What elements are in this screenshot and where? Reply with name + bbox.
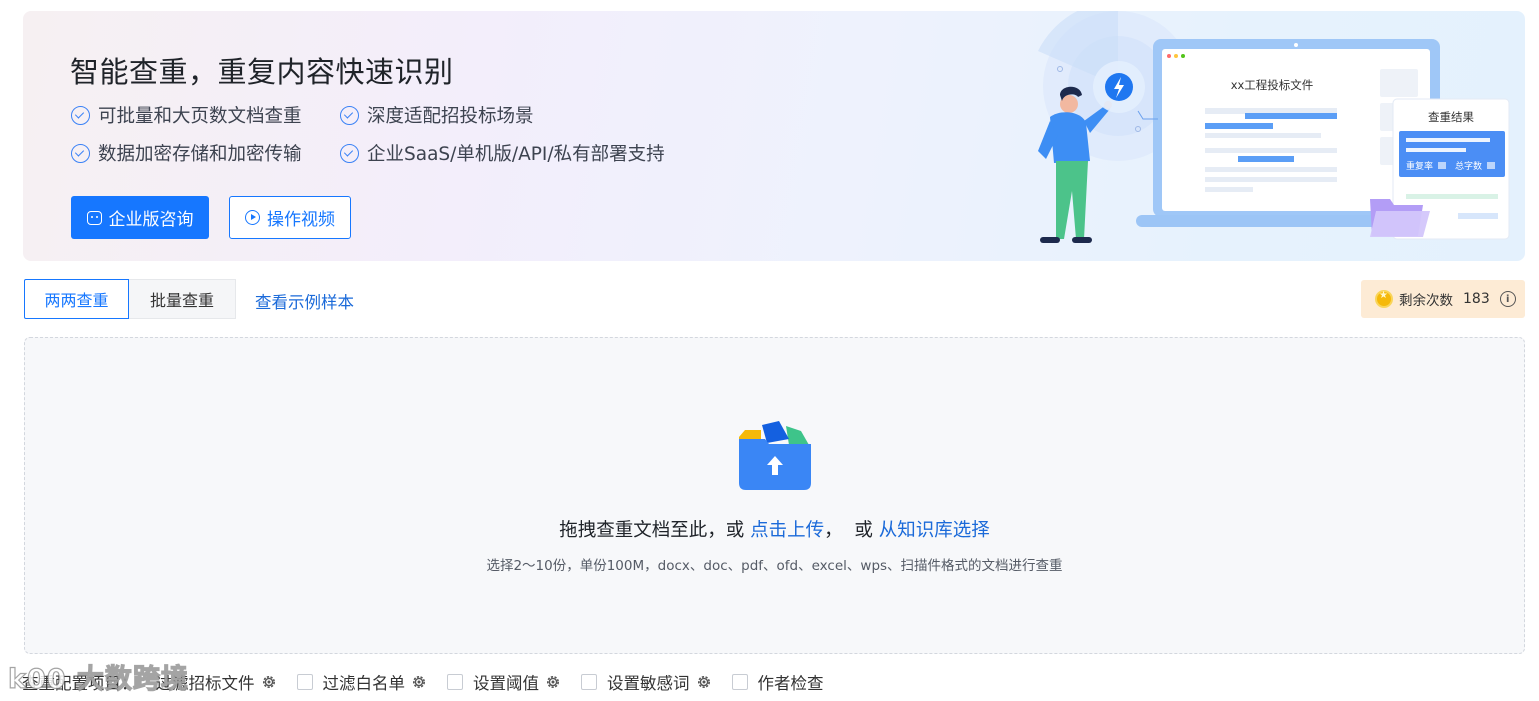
config-option-filter-tender: 过滤招标文件 <box>156 670 277 694</box>
hero-illustration: xx工程投标文件 查重结果 重复率 总字数 <box>1038 11 1510 243</box>
config-option-author-check: 作者检查 <box>731 670 824 694</box>
config-option-threshold: 设置阈值 <box>447 670 561 694</box>
upload-instruction: 拖拽查重文档至此，或 点击上传， 或 从知识库选择 <box>25 516 1524 542</box>
view-sample-link[interactable]: 查看示例样本 <box>255 289 354 313</box>
illustration-result-title: 查重结果 <box>1428 110 1474 124</box>
author-check-checkbox[interactable] <box>731 674 748 690</box>
enterprise-consult-label: 企业版咨询 <box>108 210 194 230</box>
feature-item: 企业SaaS/单机版/API/私有部署支持 <box>340 140 665 166</box>
tab-pairwise-check[interactable]: 两两查重 <box>24 279 129 319</box>
threshold-checkbox[interactable] <box>447 674 463 690</box>
feature-label: 可批量和大页数文档查重 <box>98 106 302 127</box>
option-label: 设置敏感词 <box>607 674 690 693</box>
info-icon[interactable]: i <box>1499 291 1516 307</box>
illustration-doc-title: xx工程投标文件 <box>1231 78 1314 92</box>
remaining-label: 剩余次数 <box>1399 293 1453 309</box>
hero-banner: 智能查重，重复内容快速识别 可批量和大页数文档查重 深度适配招投标场景 数据加密… <box>23 11 1525 261</box>
feature-label: 深度适配招投标场景 <box>367 106 534 127</box>
check-circle-icon <box>340 143 359 163</box>
upload-prefix-text: 拖拽查重文档至此，或 <box>559 520 751 541</box>
click-upload-link[interactable]: 点击上传 <box>750 520 824 541</box>
feature-item: 数据加密存储和加密传输 <box>71 140 302 166</box>
remaining-count: 183 <box>1463 291 1490 307</box>
upload-middle-text: ， 或 <box>824 520 879 541</box>
check-mode-tabs: 两两查重 批量查重 <box>24 279 236 319</box>
upload-drop-zone[interactable]: 拖拽查重文档至此，或 点击上传， 或 从知识库选择 选择2～10份，单份100M… <box>24 337 1525 654</box>
upload-hint: 选择2～10份，单份100M，docx、doc、pdf、ofd、excel、wp… <box>486 558 1063 574</box>
feature-label: 企业SaaS/单机版/API/私有部署支持 <box>367 144 665 165</box>
config-option-filter-whitelist: 过滤白名单 <box>296 670 428 694</box>
operation-video-label: 操作视频 <box>267 210 335 230</box>
select-from-knowledge-base-link[interactable]: 从知识库选择 <box>879 520 990 541</box>
config-label: 查重配置项目： <box>22 674 138 693</box>
coin-icon <box>1375 290 1393 308</box>
remaining-count-badge: 剩余次数 183 i <box>1361 280 1525 318</box>
feature-label: 数据加密存储和加密传输 <box>98 144 302 165</box>
check-circle-icon <box>71 105 90 125</box>
gear-icon[interactable] <box>261 674 277 690</box>
option-label: 过滤白名单 <box>322 674 406 693</box>
option-label: 作者检查 <box>757 674 824 693</box>
gear-icon[interactable] <box>696 674 712 690</box>
play-icon <box>245 210 260 225</box>
operation-video-button[interactable]: 操作视频 <box>229 196 351 239</box>
filter-whitelist-checkbox[interactable] <box>296 674 313 690</box>
sensitive-words-checkbox[interactable] <box>581 674 597 690</box>
feature-item: 深度适配招投标场景 <box>340 102 534 128</box>
check-circle-icon <box>340 105 359 125</box>
option-label: 过滤招标文件 <box>155 674 255 693</box>
upload-folder-icon <box>739 421 811 490</box>
hero-title: 智能查重，重复内容快速识别 <box>70 55 454 89</box>
check-circle-icon <box>71 143 90 163</box>
illustration-result-left: 重复率 <box>1406 160 1433 172</box>
feature-item: 可批量和大页数文档查重 <box>71 102 302 128</box>
check-config-row: 查重配置项目： 过滤招标文件 过滤白名单 设置阈值 设置敏感词 作者检查 <box>22 670 844 694</box>
chat-icon <box>86 210 102 225</box>
gear-icon[interactable] <box>545 674 561 690</box>
enterprise-consult-button[interactable]: 企业版咨询 <box>71 196 209 239</box>
option-label: 设置阈值 <box>473 674 539 693</box>
config-option-sensitive-words: 设置敏感词 <box>581 670 712 694</box>
tab-batch-check[interactable]: 批量查重 <box>129 279 236 319</box>
gear-icon[interactable] <box>411 674 427 690</box>
illustration-result-right: 总字数 <box>1455 160 1482 172</box>
